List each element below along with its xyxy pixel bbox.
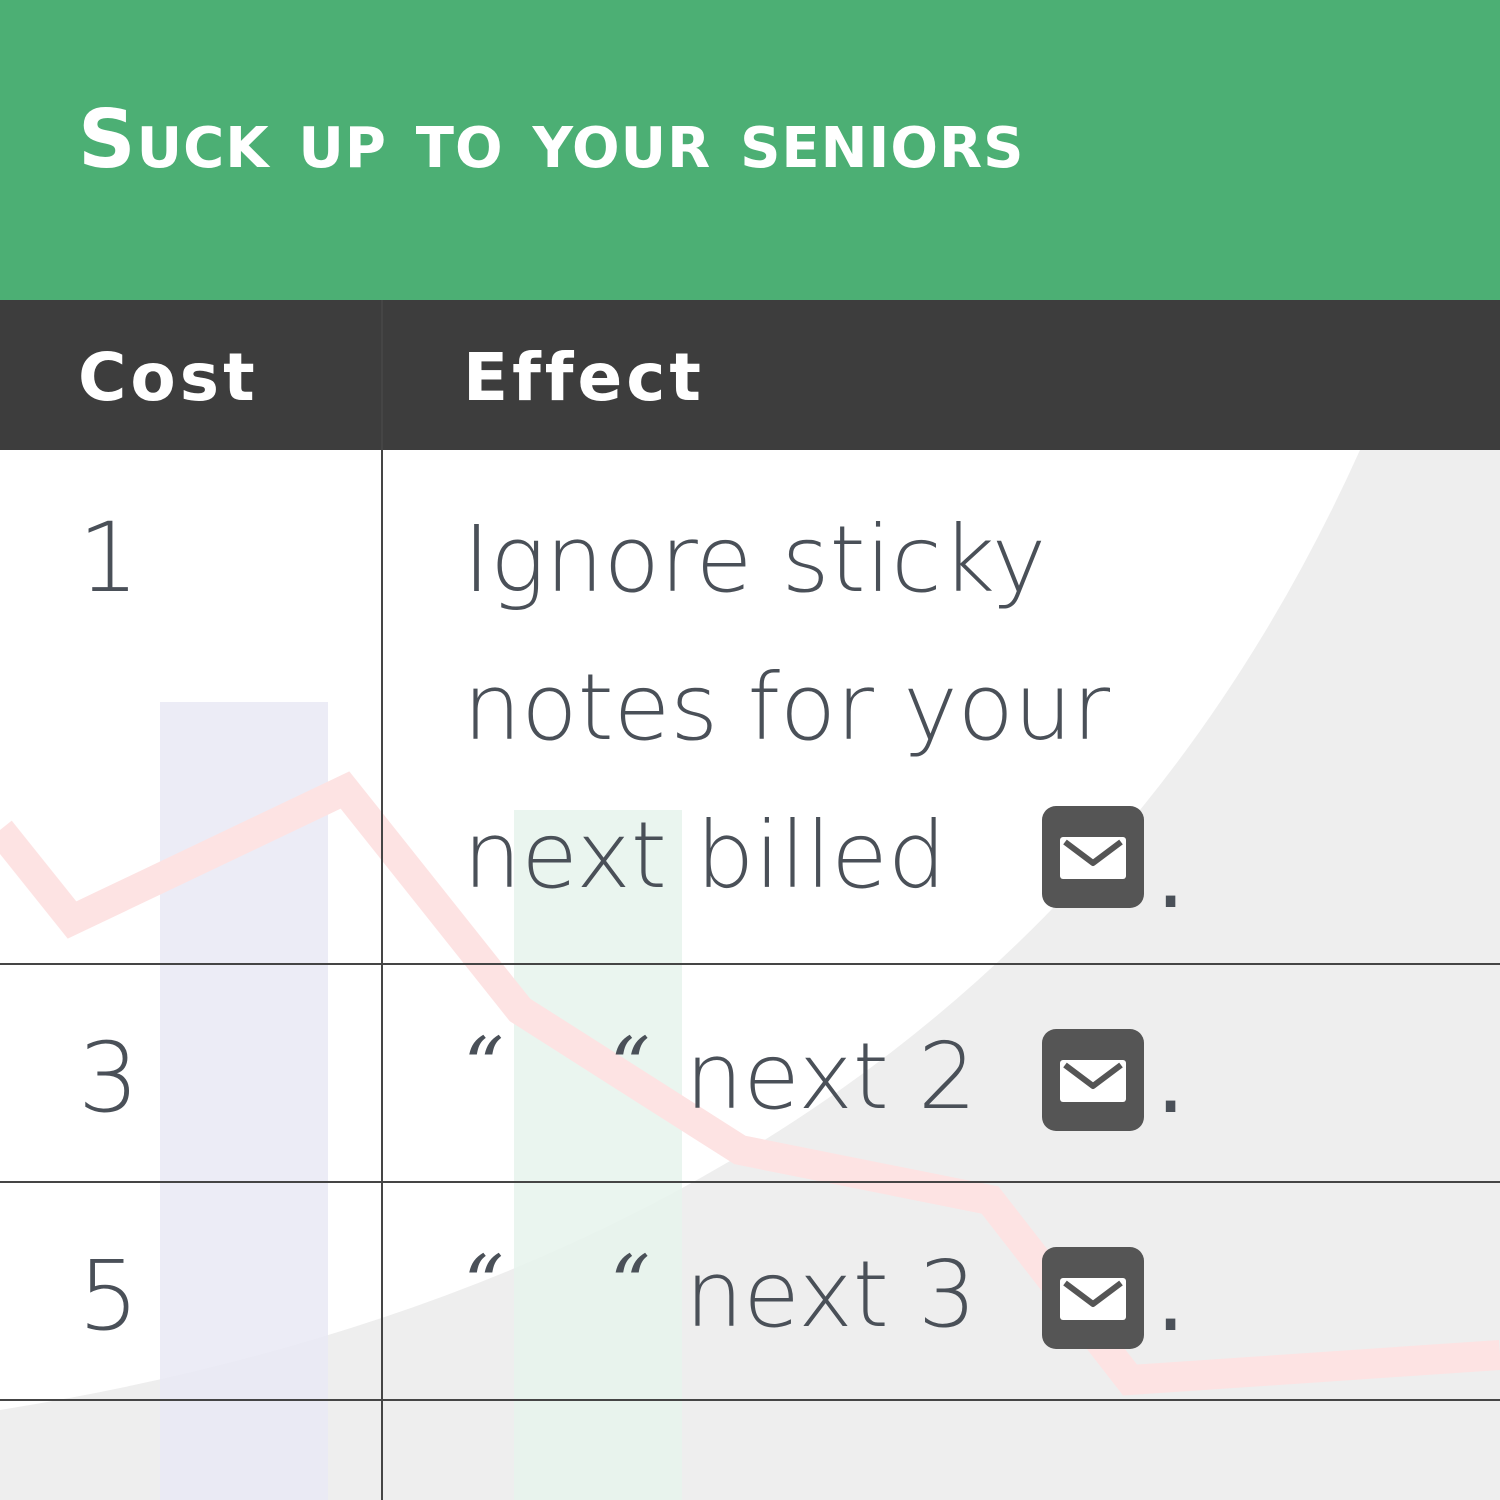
- cost-value: 5: [78, 1240, 140, 1352]
- mail-icon: [1042, 1029, 1144, 1131]
- ditto-marks: “ “: [463, 1020, 691, 1113]
- effect-line: next billed: [463, 802, 947, 909]
- column-header-cost: Cost: [78, 339, 259, 416]
- period-mark: .: [1156, 822, 1186, 929]
- card: Suck up to your seniors Cost Effect 1 Ig…: [0, 0, 1500, 1500]
- page-title: Suck up to your seniors: [78, 93, 1025, 186]
- table-row: 5 “ “ next 3 .: [0, 1183, 1500, 1399]
- column-header-effect: Effect: [463, 339, 705, 416]
- mail-icon: [1042, 806, 1144, 908]
- effect-text: next 3: [685, 1241, 977, 1348]
- period-mark: .: [1156, 1245, 1186, 1352]
- table-header-row: Cost Effect: [0, 300, 1500, 450]
- period-mark: .: [1156, 1027, 1186, 1134]
- cost-value: 3: [78, 1022, 140, 1134]
- effect-text: next 2: [685, 1023, 977, 1130]
- effect-line: notes for your: [463, 654, 1111, 761]
- mail-icon: [1042, 1247, 1144, 1349]
- effect-line: Ignore sticky: [463, 506, 1047, 613]
- table-row: 1 Ignore sticky notes for your next bill…: [0, 450, 1500, 963]
- row-divider: [0, 1399, 1500, 1401]
- cost-value: 1: [78, 502, 140, 614]
- title-bar: Suck up to your seniors: [0, 0, 1500, 300]
- ditto-marks: “ “: [463, 1238, 691, 1331]
- table-row: 3 “ “ next 2 .: [0, 965, 1500, 1181]
